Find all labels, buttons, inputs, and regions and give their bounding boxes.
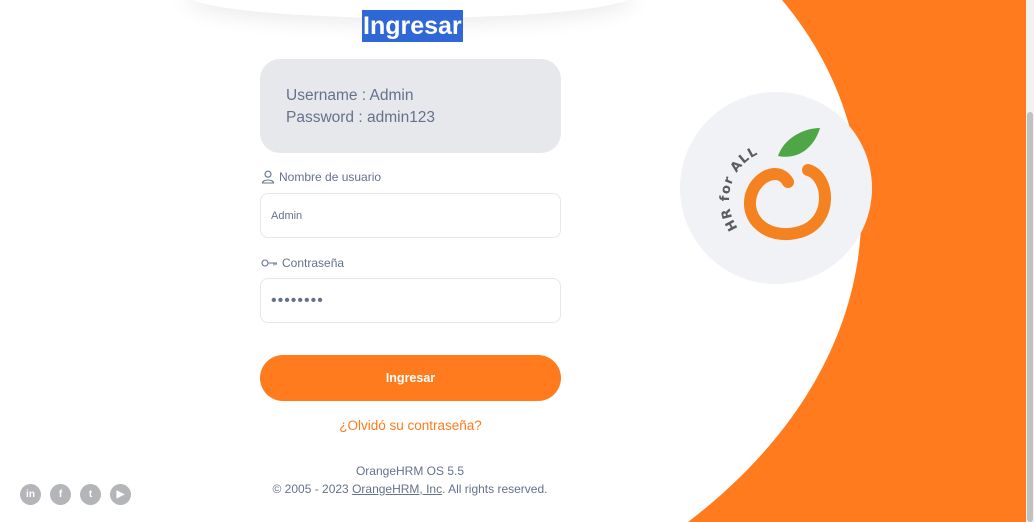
orangehrm-logo-icon: HR for ALL [718, 128, 831, 240]
key-icon [261, 257, 278, 269]
linkedin-icon[interactable]: in [20, 484, 41, 505]
demo-password-text: Password : admin123 [286, 109, 436, 126]
company-link[interactable]: OrangeHRM, Inc [352, 482, 442, 496]
password-input[interactable] [260, 278, 561, 323]
login-button[interactable]: Ingresar [260, 355, 561, 401]
demo-username-text: Username : Admin [286, 87, 414, 104]
username-input[interactable] [260, 193, 561, 238]
facebook-icon[interactable]: f [50, 484, 71, 505]
user-icon [261, 170, 275, 184]
login-page: Ingresar Username : Admin Password : adm… [0, 0, 1034, 522]
demo-credentials-box: Username : Admin Password : admin123 [260, 59, 561, 153]
youtube-icon[interactable]: ▶ [110, 484, 131, 505]
password-label-text: Contraseña [282, 256, 345, 270]
footer: OrangeHRM OS 5.5 © 2005 - 2023 OrangeHRM… [200, 462, 620, 498]
username-label-text: Nombre de usuario [279, 170, 382, 184]
forgot-password-link[interactable]: ¿Olvidó su contraseña? [260, 418, 561, 433]
social-links: in f t ▶ [20, 484, 131, 505]
password-label: Contraseña [261, 256, 344, 270]
username-label: Nombre de usuario [261, 170, 381, 184]
copyright-text: © 2005 - 2023 OrangeHRM, Inc. All rights… [200, 480, 620, 498]
page-scrollbar[interactable] [1026, 0, 1034, 522]
scrollbar-thumb[interactable] [1027, 112, 1033, 522]
version-text: OrangeHRM OS 5.5 [355, 464, 465, 478]
copyright-suffix: . All rights reserved. [442, 482, 548, 496]
twitter-icon[interactable]: t [80, 484, 101, 505]
copyright-prefix: © 2005 - 2023 [272, 482, 353, 496]
login-title: Ingresar [362, 10, 463, 42]
